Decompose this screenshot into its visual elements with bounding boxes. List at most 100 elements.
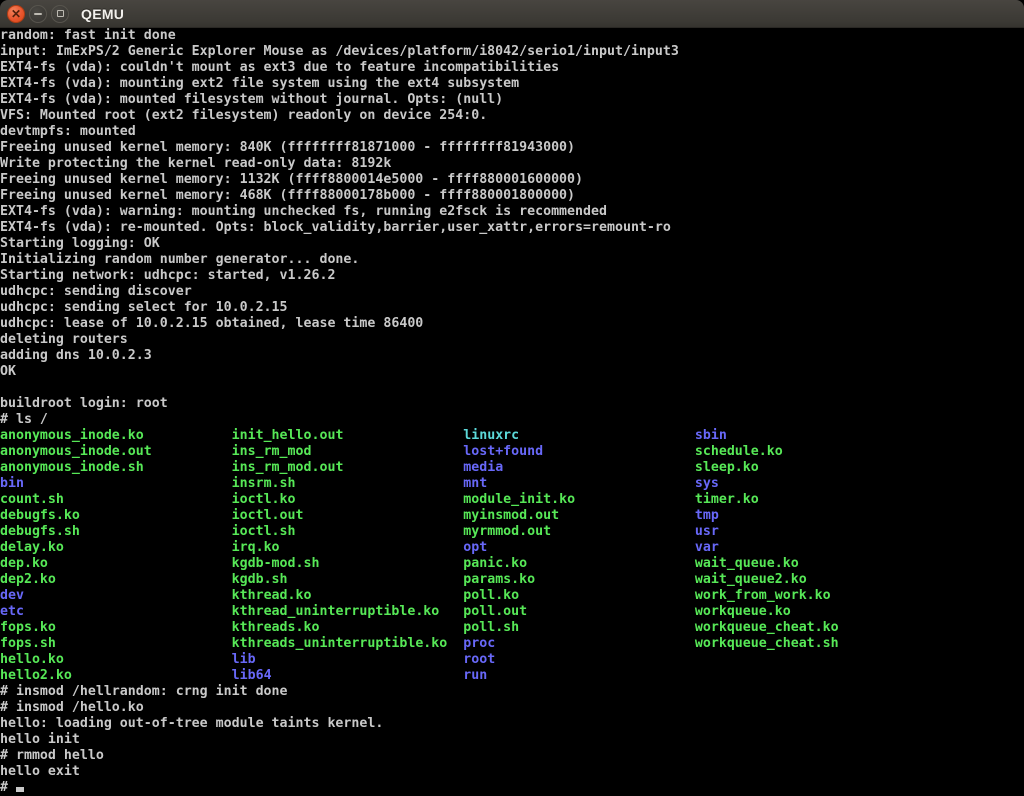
terminal-text: workqueue.ko: [695, 604, 791, 619]
terminal-line: udhcpc: sending discover: [0, 284, 1024, 300]
terminal-text: ioctl.ko: [232, 492, 464, 507]
terminal-text: sbin: [695, 428, 727, 443]
terminal-text: myinsmod.out: [463, 508, 695, 523]
minimize-button[interactable]: [29, 5, 47, 23]
terminal-text: # insmod /hello.ko: [0, 700, 144, 715]
terminal-text: delay.ko: [0, 540, 232, 555]
terminal-line: count.sh ioctl.ko module_init.ko timer.k…: [0, 492, 1024, 508]
terminal-text: # rmmod hello: [0, 748, 104, 763]
terminal-text: deleting routers: [0, 332, 128, 347]
close-icon: ✕: [11, 8, 21, 20]
terminal-text: dep2.ko: [0, 572, 232, 587]
terminal-text: devtmpfs: mounted: [0, 124, 136, 139]
terminal-text: var: [695, 540, 719, 555]
terminal-text: kthreads_uninterruptible.ko: [232, 636, 464, 651]
terminal-text: linuxrc: [463, 428, 695, 443]
terminal-text: debugfs.ko: [0, 508, 232, 523]
window-title: QEMU: [81, 6, 124, 22]
terminal-text: # insmod /hellrandom: crng init done: [0, 684, 288, 699]
terminal-line: dep2.ko kgdb.sh params.ko wait_queue2.ko: [0, 572, 1024, 588]
terminal-text: irq.ko: [232, 540, 464, 555]
terminal-line: udhcpc: sending select for 10.0.2.15: [0, 300, 1024, 316]
terminal-text: sys: [695, 476, 719, 491]
terminal-line: devtmpfs: mounted: [0, 124, 1024, 140]
terminal-line: EXT4-fs (vda): mounting ext2 file system…: [0, 76, 1024, 92]
terminal-line: fops.sh kthreads_uninterruptible.ko proc…: [0, 636, 1024, 652]
terminal-text: kthreads.ko: [232, 620, 464, 635]
terminal-text: proc: [463, 636, 695, 651]
terminal-text: fops.sh: [0, 636, 232, 651]
terminal-line: VFS: Mounted root (ext2 filesystem) read…: [0, 108, 1024, 124]
terminal-text: wait_queue2.ko: [695, 572, 807, 587]
terminal-text: hello2.ko: [0, 668, 232, 683]
terminal-text: lost+found: [463, 444, 695, 459]
terminal-screen[interactable]: random: fast init doneinput: ImExPS/2 Ge…: [0, 28, 1024, 796]
terminal-text: udhcpc: sending discover: [0, 284, 192, 299]
terminal-text: schedule.ko: [695, 444, 783, 459]
terminal-text: poll.out: [463, 604, 695, 619]
terminal-line: Freeing unused kernel memory: 840K (ffff…: [0, 140, 1024, 156]
terminal-line: #: [0, 780, 1024, 796]
window-controls: ✕: [7, 5, 69, 23]
terminal-line: # insmod /hello.ko: [0, 700, 1024, 716]
terminal-text: root: [463, 652, 695, 667]
terminal-text: lib64: [232, 668, 464, 683]
terminal-line: debugfs.sh ioctl.sh myrmmod.out usr: [0, 524, 1024, 540]
terminal-text: udhcpc: lease of 10.0.2.15 obtained, lea…: [0, 316, 423, 331]
terminal-text: adding dns 10.0.2.3: [0, 348, 152, 363]
terminal-text: poll.sh: [463, 620, 695, 635]
terminal-text: sleep.ko: [695, 460, 759, 475]
terminal-text: hello.ko: [0, 652, 232, 667]
terminal-line: # ls /: [0, 412, 1024, 428]
terminal-text: insrm.sh: [232, 476, 464, 491]
terminal-line: hello: loading out-of-tree module taints…: [0, 716, 1024, 732]
terminal-line: dev kthread.ko poll.ko work_from_work.ko: [0, 588, 1024, 604]
terminal-text: Starting logging: OK: [0, 236, 160, 251]
terminal-line: etc kthread_uninterruptible.ko poll.out …: [0, 604, 1024, 620]
terminal-text: anonymous_inode.ko: [0, 428, 232, 443]
terminal-line: deleting routers: [0, 332, 1024, 348]
terminal-text: EXT4-fs (vda): re-mounted. Opts: block_v…: [0, 220, 671, 235]
terminal-text: OK: [0, 364, 16, 379]
terminal-text: count.sh: [0, 492, 232, 507]
close-button[interactable]: ✕: [7, 5, 25, 23]
terminal-text: kgdb.sh: [232, 572, 464, 587]
terminal-text: workqueue_cheat.ko: [695, 620, 839, 635]
terminal-line: Initializing random number generator... …: [0, 252, 1024, 268]
terminal-text: EXT4-fs (vda): mounting ext2 file system…: [0, 76, 519, 91]
terminal-line: hello.ko lib root: [0, 652, 1024, 668]
terminal-line: input: ImExPS/2 Generic Explorer Mouse a…: [0, 44, 1024, 60]
terminal-line: anonymous_inode.ko init_hello.out linuxr…: [0, 428, 1024, 444]
terminal-line: Write protecting the kernel read-only da…: [0, 156, 1024, 172]
maximize-button[interactable]: [51, 5, 69, 23]
titlebar[interactable]: ✕ QEMU: [0, 0, 1024, 28]
terminal-text: kthread.ko: [232, 588, 464, 603]
terminal-text: module_init.ko: [463, 492, 695, 507]
terminal-line: EXT4-fs (vda): re-mounted. Opts: block_v…: [0, 220, 1024, 236]
terminal-line: debugfs.ko ioctl.out myinsmod.out tmp: [0, 508, 1024, 524]
terminal-line: EXT4-fs (vda): warning: mounting uncheck…: [0, 204, 1024, 220]
terminal-line: fops.ko kthreads.ko poll.sh workqueue_ch…: [0, 620, 1024, 636]
terminal-text: hello exit: [0, 764, 80, 779]
terminal-line: delay.ko irq.ko opt var: [0, 540, 1024, 556]
terminal-cursor: [16, 787, 24, 792]
terminal-text: anonymous_inode.out: [0, 444, 232, 459]
terminal-line: hello init: [0, 732, 1024, 748]
terminal-text: ioctl.out: [232, 508, 464, 523]
terminal-text: Freeing unused kernel memory: 1132K (fff…: [0, 172, 583, 187]
qemu-window: ✕ QEMU random: fast init doneinput: ImEx…: [0, 0, 1024, 796]
terminal-text: anonymous_inode.sh: [0, 460, 232, 475]
terminal-text: usr: [695, 524, 719, 539]
terminal-text: lib: [232, 652, 464, 667]
terminal-text: fops.ko: [0, 620, 232, 635]
terminal-text: EXT4-fs (vda): warning: mounting uncheck…: [0, 204, 607, 219]
terminal-line: # rmmod hello: [0, 748, 1024, 764]
terminal-line: EXT4-fs (vda): mounted filesystem withou…: [0, 92, 1024, 108]
terminal-line: anonymous_inode.sh ins_rm_mod.out media …: [0, 460, 1024, 476]
terminal-text: mnt: [463, 476, 695, 491]
terminal-line: dep.ko kgdb-mod.sh panic.ko wait_queue.k…: [0, 556, 1024, 572]
terminal-text: EXT4-fs (vda): mounted filesystem withou…: [0, 92, 503, 107]
terminal-line: buildroot login: root: [0, 396, 1024, 412]
terminal-text: Freeing unused kernel memory: 840K (ffff…: [0, 140, 575, 155]
terminal-text: workqueue_cheat.sh: [695, 636, 839, 651]
